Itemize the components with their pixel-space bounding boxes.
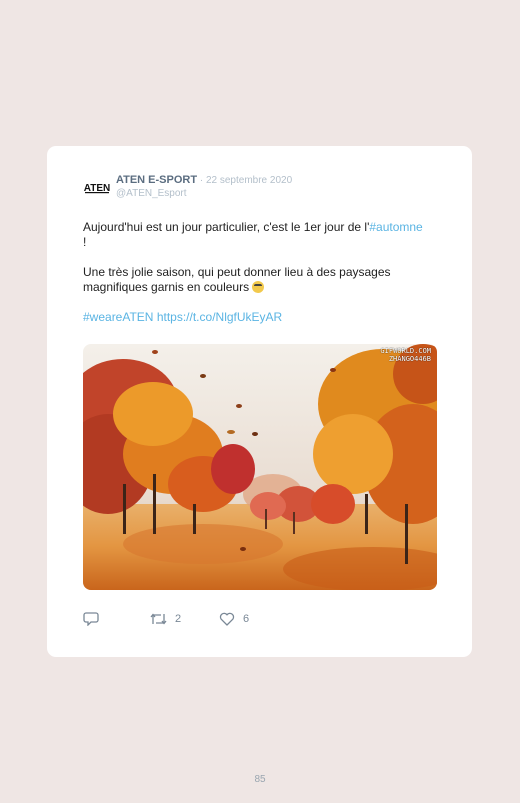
- sunglasses-emoji-icon: [252, 281, 265, 293]
- paragraph-1-end: !: [83, 235, 87, 249]
- heart-icon: [219, 612, 235, 626]
- paragraph-1-text: Aujourd'hui est un jour particulier, c'e…: [83, 220, 370, 234]
- watermark-line-2: ZHANGO446B: [388, 355, 431, 363]
- watermark-line-1: GIFWORLD.COM: [380, 347, 431, 355]
- paragraph-2: Une très jolie saison, qui peut donner l…: [83, 265, 423, 295]
- reply-button[interactable]: [83, 612, 99, 626]
- hashtag-automne[interactable]: #automne: [369, 220, 422, 234]
- autumn-landscape-image: [83, 344, 437, 590]
- author-name[interactable]: ATEN E-SPORT: [116, 174, 197, 186]
- paragraph-1: Aujourd'hui est un jour particulier, c'e…: [83, 220, 423, 250]
- tweet-header: ATEN ATEN E-SPORT · 22 septembre 2020 @A…: [83, 173, 463, 203]
- retweet-icon: [150, 612, 167, 626]
- reply-icon: [83, 612, 99, 626]
- paragraph-2-text: Une très jolie saison, qui peut donner l…: [83, 265, 391, 294]
- tweet-date[interactable]: 22 septembre 2020: [206, 175, 292, 186]
- tweet-url-link[interactable]: https://t.co/NlgfUkEyAR: [157, 310, 282, 324]
- tweet-actions: 2 6: [83, 612, 383, 628]
- like-count: 6: [243, 613, 250, 625]
- author-block: ATEN E-SPORT · 22 septembre 2020 @ATEN_E…: [116, 173, 292, 201]
- tweet-card: ATEN ATEN E-SPORT · 22 septembre 2020 @A…: [47, 146, 472, 657]
- aten-logo[interactable]: ATEN: [83, 180, 111, 194]
- retweet-count: 2: [175, 613, 182, 625]
- separator-dot: ·: [197, 175, 206, 186]
- author-handle[interactable]: @ATEN_Esport: [116, 187, 292, 201]
- retweet-button[interactable]: 2: [150, 612, 181, 626]
- paragraph-3: #weareATEN https://t.co/NlgfUkEyAR: [83, 310, 423, 325]
- media-watermark: GIFWORLD.COM ZHANGO446B: [380, 347, 431, 363]
- like-button[interactable]: 6: [219, 612, 249, 626]
- tweet-text: Aujourd'hui est un jour particulier, c'e…: [83, 220, 423, 340]
- tweet-media-autumn-gif[interactable]: GIFWORLD.COM ZHANGO446B: [83, 344, 437, 590]
- hashtag-weareaten[interactable]: #weareATEN: [83, 310, 153, 324]
- page-number: 85: [254, 774, 266, 785]
